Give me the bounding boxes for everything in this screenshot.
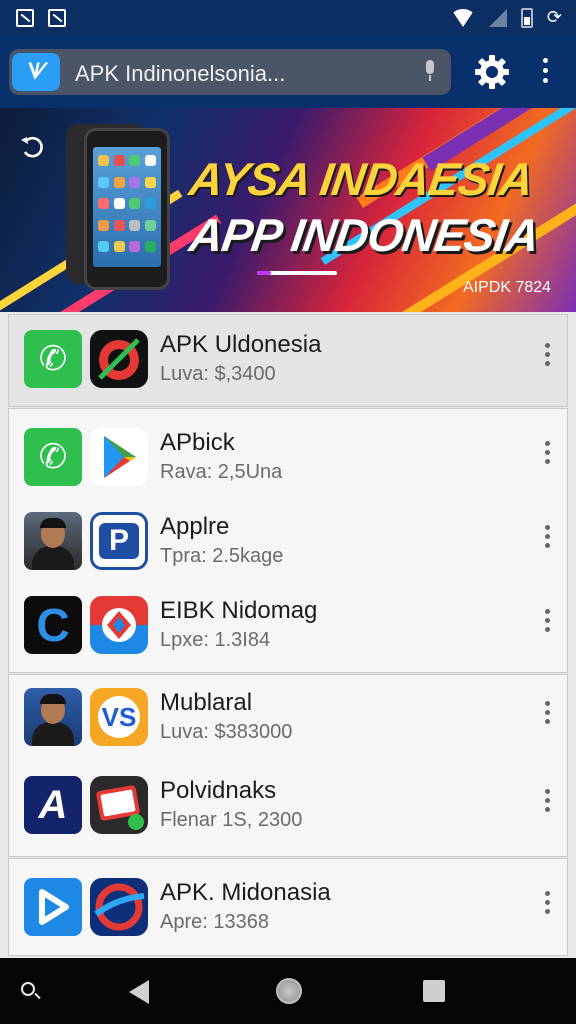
more-vert-icon[interactable] [541, 525, 553, 555]
wifi-icon [450, 8, 475, 27]
parking-icon-letter: P [99, 523, 139, 559]
app-subtitle: Luva: $,3400 [160, 363, 276, 385]
app-group: VS Mublaral Luva: $383000 A Polvidnaks F… [8, 674, 568, 857]
list-item[interactable]: VS Mublaral Luva: $383000 [9, 679, 569, 759]
more-vert-icon[interactable] [541, 343, 553, 373]
banner-subtitle: APP INDONESIA [186, 209, 542, 261]
ticket-app-icon [90, 776, 148, 834]
phone-app-icon: ✆ [24, 330, 82, 388]
app-subtitle: Apre: 13368 [160, 911, 269, 933]
list-item[interactable]: C EIBK Nidomag Lpxe: 1.3I84 [9, 587, 569, 667]
search-icon[interactable] [21, 982, 35, 996]
parking-app-icon: P [90, 512, 148, 570]
navigation-bar [0, 958, 576, 1024]
app-subtitle: Tpra: 2.5kage [160, 545, 284, 567]
app-title: Applre [160, 513, 230, 540]
a-logo-letter: A [38, 782, 68, 827]
home-icon[interactable] [276, 978, 302, 1004]
phone-app-icon: ✆ [24, 428, 82, 486]
gear-icon[interactable] [474, 54, 510, 90]
app-icon-red-circle [90, 330, 148, 388]
app-group: APK. Midonasia Apre: 13368 [8, 858, 568, 956]
more-vert-icon[interactable] [541, 789, 553, 819]
back-icon[interactable] [129, 980, 149, 1004]
list-item[interactable]: A Polvidnaks Flenar 1S, 2300 [9, 767, 569, 847]
swoosh-app-icon [90, 878, 148, 936]
vs-logo-text: VS [98, 696, 140, 738]
refresh-icon[interactable] [18, 132, 48, 162]
app-title: APbick [160, 429, 235, 456]
c-logo-icon: C [24, 596, 82, 654]
app-title: APK. Midonasia [160, 879, 331, 906]
list-item[interactable]: ✆ APK Uldonesia Luva: $,3400 [9, 321, 569, 401]
banner-page-indicator [257, 271, 337, 275]
promo-banner[interactable]: AYSA INDAESIA APP INDONESIA AIPDK 7824 [0, 108, 576, 312]
app-list: ✆ APK Uldonesia Luva: $,3400 ✆ APbick Ra… [0, 312, 576, 958]
list-item[interactable]: P Applre Tpra: 2.5kage [9, 503, 569, 583]
list-item[interactable]: APK. Midonasia Apre: 13368 [9, 869, 569, 949]
notification-icon [48, 9, 66, 27]
app-title: Mublaral [160, 689, 253, 716]
banner-caption: AIPDK 7824 [463, 279, 552, 296]
list-item[interactable]: ✆ APbick Rava: 2,5Una [9, 419, 569, 499]
banner-title: AYSA INDAESIA [186, 153, 536, 205]
signal-icon [488, 8, 507, 27]
app-group: ✆ APbick Rava: 2,5Una P Applre Tpra: 2.5… [8, 408, 568, 673]
a-logo-icon: A [24, 776, 82, 834]
status-bar: ⟳ [0, 0, 576, 36]
c-logo-letter: C [36, 599, 70, 651]
mic-icon[interactable] [423, 60, 437, 82]
battery-icon [520, 7, 533, 28]
app-subtitle: Rava: 2,5Una [160, 461, 283, 483]
app-subtitle: Flenar 1S, 2300 [160, 809, 303, 831]
app-subtitle: Luva: $383000 [160, 721, 293, 743]
app-icon-red-blue [90, 596, 148, 654]
play-store-icon [90, 428, 148, 486]
vs-app-icon: VS [90, 688, 148, 746]
profile-photo-icon [24, 688, 82, 746]
sync-icon: ⟳ [546, 7, 562, 27]
more-vert-icon[interactable] [533, 58, 557, 88]
search-input[interactable]: APK Indinonelsonia... [75, 61, 285, 87]
more-vert-icon[interactable] [541, 891, 553, 921]
notification-icon [16, 9, 34, 27]
app-bar: ᗐ APK Indinonelsonia... [0, 36, 576, 108]
app-title: APK Uldonesia [160, 331, 322, 358]
more-vert-icon[interactable] [541, 441, 553, 471]
app-title: Polvidnaks [160, 777, 277, 804]
profile-photo-icon [24, 512, 82, 570]
featured-card: ✆ APK Uldonesia Luva: $,3400 [8, 314, 568, 407]
phone-image [84, 128, 170, 290]
app-logo-icon[interactable]: ᗐ [12, 53, 60, 91]
search-bar[interactable]: ᗐ APK Indinonelsonia... [9, 49, 451, 95]
app-subtitle: Lpxe: 1.3I84 [160, 629, 271, 651]
app-title: EIBK Nidomag [160, 597, 318, 624]
recent-apps-icon[interactable] [423, 980, 445, 1002]
more-vert-icon[interactable] [541, 701, 553, 731]
more-vert-icon[interactable] [541, 609, 553, 639]
play-arrow-icon [24, 878, 82, 936]
